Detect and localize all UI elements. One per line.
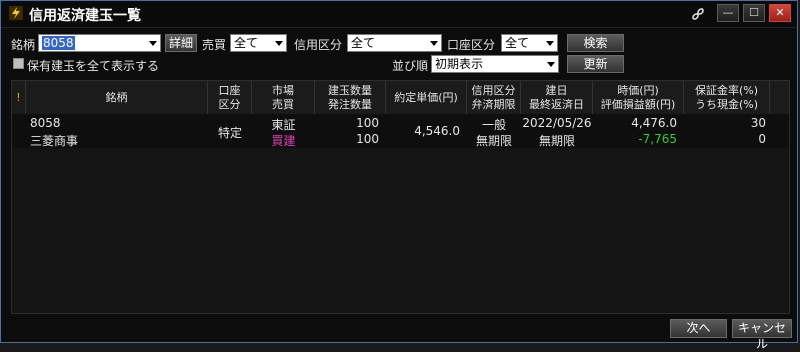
- col-header-margin[interactable]: 保証金率(%) うち現金(%): [684, 81, 770, 114]
- minimize-button[interactable]: —: [717, 4, 739, 22]
- cell-order-qty: 100: [356, 132, 379, 146]
- cancel-button[interactable]: キャンセル: [732, 319, 792, 351]
- sort-order-value: 初期表示: [435, 57, 484, 71]
- buysell-dropdown[interactable]: 全て: [230, 34, 287, 52]
- col-header-quantity[interactable]: 建玉数量 発注数量: [315, 81, 386, 114]
- buysell-value: 全て: [234, 36, 259, 50]
- account-type-value: 全て: [505, 36, 530, 50]
- col-header-stock-text: 銘柄: [105, 90, 128, 104]
- stock-code-value: 8058: [42, 36, 75, 50]
- account-type-label: 口座区分: [447, 38, 496, 52]
- window-title: 信用返済建玉一覧: [29, 8, 141, 24]
- cell-last-date: 無期限: [538, 134, 575, 148]
- sort-order-dropdown[interactable]: 初期表示: [431, 55, 559, 73]
- cell-side: 買建: [271, 134, 296, 148]
- col-header-margin-line2: うち現金(%): [694, 97, 759, 111]
- chevron-down-icon: [430, 41, 438, 46]
- credit-type-dropdown[interactable]: 全て: [347, 34, 442, 52]
- cell-account: 特定: [217, 126, 242, 140]
- credit-type-label: 信用区分: [294, 38, 343, 52]
- sort-label: 並び順: [392, 59, 429, 73]
- chevron-down-icon: [275, 41, 283, 46]
- chevron-down-icon: [547, 62, 555, 67]
- title-bar[interactable]: 信用返済建玉一覧 — ☐ ✕: [1, 1, 797, 28]
- close-button[interactable]: ✕: [769, 4, 791, 22]
- cell-margin-rate: 30: [750, 116, 766, 130]
- buysell-label: 売買: [202, 38, 227, 52]
- dialog-window: 信用返済建玉一覧 — ☐ ✕ 銘柄 8058 詳細 売買 全て 信用区分 全て …: [0, 0, 798, 351]
- detail-button[interactable]: 詳細: [165, 34, 197, 52]
- cell-pnl: -7,765: [638, 132, 677, 146]
- table-header: ! 銘柄 口座 区分 市場 売買 建玉数量 発注数量 約定単価(円) 信用区分 …: [12, 81, 789, 115]
- col-header-flag[interactable]: !: [12, 81, 26, 114]
- col-header-market-price[interactable]: 時価(円) 評価損益額(円): [593, 81, 684, 114]
- col-header-quantity-line2: 発注数量: [328, 97, 372, 111]
- show-all-label: 保有建玉を全て表示する: [27, 59, 160, 73]
- col-header-flag-text: !: [16, 90, 21, 104]
- table-row[interactable]: 8058 三菱商事 特定 東証 買建 100 100 4,546.0 一般 無期…: [12, 114, 789, 148]
- chevron-down-icon: [546, 41, 554, 46]
- positions-table: ! 銘柄 口座 区分 市場 売買 建玉数量 発注数量 約定単価(円) 信用区分 …: [11, 80, 790, 314]
- credit-type-value: 全て: [351, 36, 376, 50]
- cell-stock-name: 三菱商事: [30, 134, 79, 148]
- col-header-date-line1: 建日: [545, 83, 568, 97]
- cell-position-qty: 100: [356, 116, 379, 130]
- col-header-credit-line1: 信用区分: [471, 83, 516, 97]
- chevron-down-icon: [149, 41, 157, 46]
- refresh-button[interactable]: 更新: [567, 55, 624, 73]
- cell-market: 東証: [271, 118, 296, 132]
- col-header-market-line1: 市場: [272, 83, 294, 97]
- col-header-market[interactable]: 市場 売買: [252, 81, 315, 114]
- col-header-price[interactable]: 約定単価(円): [386, 81, 467, 114]
- col-header-credit-line2: 弁済期限: [471, 97, 516, 111]
- col-header-margin-line1: 保証金率(%): [694, 83, 759, 97]
- stock-code-dropdown[interactable]: 8058: [38, 34, 161, 52]
- col-header-price-text: 約定単価(円): [394, 90, 458, 104]
- col-header-market-price-line2: 評価損益額(円): [600, 97, 676, 111]
- cell-open-date: 2022/05/26: [522, 116, 592, 130]
- cell-deadline: 無期限: [475, 134, 512, 148]
- search-button[interactable]: 検索: [567, 34, 624, 52]
- link-icon[interactable]: [691, 7, 705, 21]
- stock-label: 銘柄: [11, 38, 36, 52]
- col-header-date-line2: 最終返済日: [529, 97, 584, 111]
- col-header-account-line1: 口座: [218, 83, 241, 97]
- lightning-icon: [9, 6, 23, 20]
- account-type-dropdown[interactable]: 全て: [501, 34, 558, 52]
- col-header-market-line2: 売買: [272, 97, 294, 111]
- cell-credit: 一般: [481, 118, 506, 132]
- col-header-market-price-line1: 時価(円): [617, 83, 659, 97]
- col-header-credit[interactable]: 信用区分 弁済期限: [467, 81, 521, 114]
- col-header-date[interactable]: 建日 最終返済日: [521, 81, 593, 114]
- cell-stock-code: 8058: [30, 116, 61, 130]
- maximize-button[interactable]: ☐: [743, 4, 765, 22]
- col-header-stock[interactable]: 銘柄: [26, 81, 208, 114]
- show-all-checkbox[interactable]: [13, 58, 24, 69]
- col-header-account[interactable]: 口座 区分: [208, 81, 252, 114]
- col-header-quantity-line1: 建玉数量: [328, 83, 372, 97]
- cell-cash-rate: 0: [758, 132, 766, 146]
- col-header-account-line2: 区分: [218, 97, 241, 111]
- next-button[interactable]: 次へ: [670, 319, 727, 338]
- cell-market-price: 4,476.0: [631, 116, 677, 130]
- cell-price: 4,546.0: [414, 124, 460, 138]
